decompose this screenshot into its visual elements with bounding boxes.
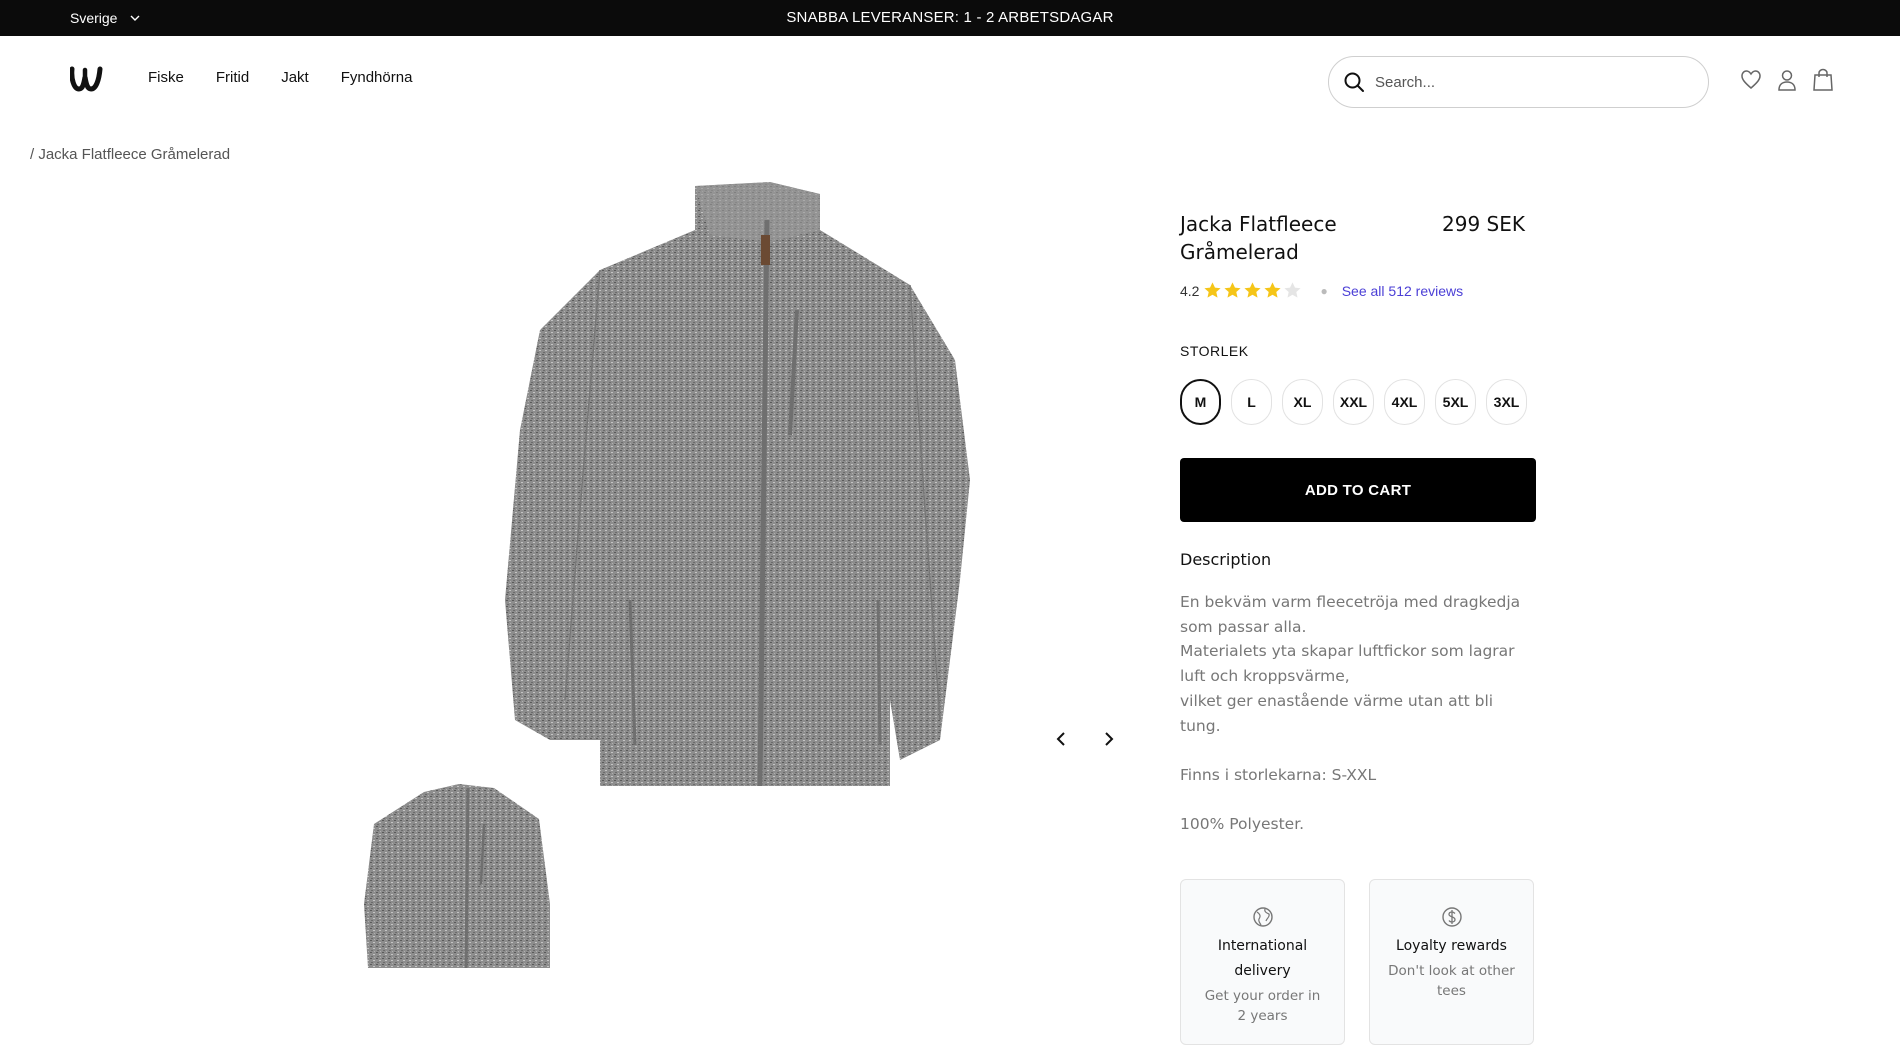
description-line: Materialets yta skapar luftfickor som la… [1180, 642, 1515, 686]
description-line: 100% Polyester. [1180, 815, 1305, 834]
add-to-cart-button[interactable]: ADD TO CART [1180, 458, 1536, 522]
description-line: En bekväm varm fleecetröja med dragkedja… [1180, 593, 1521, 636]
breadcrumb[interactable]: / Jacka Flatfleece Gråmelerad [30, 146, 230, 163]
size-option-xl[interactable]: XL [1282, 379, 1323, 425]
announcement-bar: Sverige SNABBA LEVERANSER: 1 - 2 ARBETSD… [0, 0, 1900, 36]
reviews-link[interactable]: See all 512 reviews [1342, 283, 1463, 299]
site-header: Fiske Fritid Jakt Fyndhörna [0, 36, 1900, 124]
size-option-3xl[interactable]: 3XL [1486, 379, 1527, 425]
account-button[interactable] [1776, 68, 1798, 92]
star-filled-icon [1204, 282, 1222, 298]
jacket-thumbnail-image [364, 784, 550, 968]
nav-jakt[interactable]: Jakt [281, 69, 309, 86]
nav-fiske[interactable]: Fiske [148, 69, 184, 86]
wishlist-button[interactable] [1740, 68, 1762, 92]
product-thumbnail[interactable] [364, 784, 550, 968]
user-icon [1778, 70, 1796, 91]
nav-fritid[interactable]: Fritid [216, 69, 249, 86]
dollar-icon [1441, 907, 1462, 927]
bag-icon [1813, 68, 1833, 91]
perk-card-loyalty: Loyalty rewards Don't look at other tees [1369, 879, 1534, 1045]
product-title: Jacka Flatfleece Gråmelerad [1180, 212, 1337, 264]
star-filled-icon [1264, 282, 1282, 298]
announcement-text: SNABBA LEVERANSER: 1 - 2 ARBETSDAGAR [786, 9, 1114, 26]
star-empty-icon [1284, 282, 1302, 298]
perk-title: Loyalty rewards [1396, 938, 1507, 954]
jacket-image [505, 182, 970, 787]
rating-row: 4.2 ● See all 512 reviews [1180, 281, 1463, 300]
product-main-image[interactable] [470, 180, 1030, 787]
search-box[interactable] [1328, 56, 1709, 108]
description-text: En bekväm varm fleecetröja med dragkedja… [1180, 590, 1536, 837]
perk-text: Get your order in 2 years [1204, 988, 1321, 1024]
size-option-xxl[interactable]: XXL [1333, 379, 1374, 425]
perk-text: Don't look at other tees [1388, 963, 1515, 999]
gallery-next-button[interactable] [1097, 726, 1121, 752]
separator-dot: ● [1320, 283, 1328, 298]
globe-icon [1252, 907, 1273, 927]
main-nav: Fiske Fritid Jakt Fyndhörna [148, 69, 412, 86]
product-price: 299 SEK [1442, 212, 1525, 236]
size-option-l[interactable]: L [1231, 379, 1272, 425]
size-option-5xl[interactable]: 5XL [1435, 379, 1476, 425]
search-input[interactable] [1375, 73, 1675, 91]
cart-button[interactable] [1812, 68, 1834, 92]
perk-title: International delivery [1217, 938, 1308, 979]
size-option-m[interactable]: M [1180, 379, 1221, 425]
star-filled-icon [1244, 282, 1262, 298]
search-icon [1344, 72, 1364, 92]
logo-icon[interactable] [70, 65, 104, 93]
description-line: vilket ger enastående värme utan att bli… [1180, 691, 1494, 735]
size-label: STORLEK [1180, 343, 1249, 359]
header-icons [1740, 68, 1834, 92]
description-line: Finns i storlekarna: S-XXL [1180, 765, 1377, 784]
rating-value: 4.2 [1180, 282, 1200, 299]
description-heading: Description [1180, 550, 1272, 569]
chevron-left-icon [1056, 732, 1065, 746]
heart-icon [1741, 70, 1761, 89]
star-filled-icon [1224, 282, 1242, 298]
size-option-4xl[interactable]: 4XL [1384, 379, 1425, 425]
perk-card-delivery: International delivery Get your order in… [1180, 879, 1345, 1045]
size-selector: M L XL XXL 4XL 5XL 3XL [1180, 379, 1527, 425]
rating-stars [1203, 281, 1302, 300]
nav-fyndhorna[interactable]: Fyndhörna [341, 69, 413, 86]
gallery-prev-button[interactable] [1049, 726, 1073, 752]
chevron-right-icon [1105, 732, 1114, 746]
